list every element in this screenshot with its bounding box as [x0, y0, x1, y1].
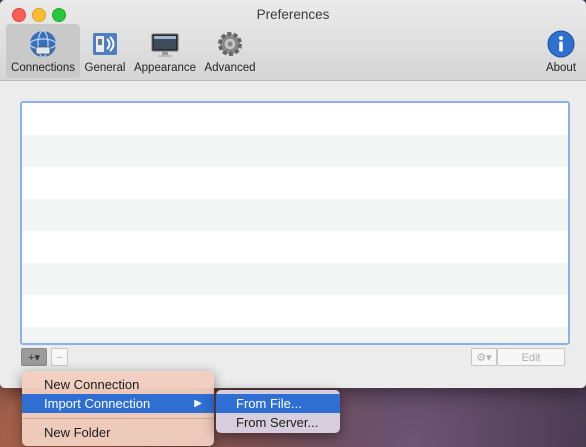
list-row[interactable] [22, 167, 568, 199]
tab-advanced-label: Advanced [204, 62, 256, 74]
appearance-icon [151, 33, 179, 57]
connections-icon [29, 30, 57, 58]
preferences-window: Preferences Connections General Appearan… [0, 0, 586, 388]
list-row[interactable] [22, 199, 568, 231]
tab-general-label: General [84, 62, 126, 74]
import-submenu: From File... From Server... [216, 390, 340, 433]
tab-about-label: About [545, 62, 577, 74]
list-row[interactable] [22, 295, 568, 327]
add-dropdown-menu: New Connection Import Connection ▶ New F… [22, 371, 214, 446]
menu-item-import-connection[interactable]: Import Connection ▶ [22, 394, 214, 413]
gear-icon [218, 32, 242, 56]
action-gear-button[interactable]: ⚙▾ [471, 348, 497, 366]
general-icon [93, 33, 117, 55]
tab-connections[interactable]: Connections [6, 24, 80, 78]
list-row[interactable] [22, 135, 568, 167]
tab-advanced[interactable]: Advanced [202, 24, 258, 78]
tab-appearance[interactable]: Appearance [130, 24, 200, 78]
titlebar: Preferences Connections General Appearan… [0, 0, 586, 81]
remove-button[interactable]: − [51, 348, 68, 366]
edit-button[interactable]: Edit [497, 348, 565, 366]
tab-appearance-label: Appearance [133, 62, 197, 74]
menu-item-new-connection[interactable]: New Connection [22, 375, 214, 394]
list-row[interactable] [22, 103, 568, 135]
window-title: Preferences [256, 7, 330, 22]
connections-list[interactable] [20, 101, 570, 345]
submenu-item-from-file[interactable]: From File... [216, 394, 340, 413]
menu-item-import-connection-label: Import Connection [44, 396, 151, 411]
add-menu-button[interactable]: +▾ [21, 348, 47, 366]
list-row[interactable] [22, 231, 568, 263]
tab-connections-label: Connections [11, 62, 75, 74]
menu-separator [22, 418, 214, 419]
info-icon [547, 30, 575, 58]
list-row[interactable] [22, 263, 568, 295]
submenu-arrow-icon: ▶ [194, 398, 202, 409]
list-row[interactable] [22, 327, 568, 343]
tab-about[interactable]: About [540, 24, 582, 78]
tab-general[interactable]: General [82, 24, 128, 78]
menu-item-new-folder[interactable]: New Folder [22, 423, 214, 442]
submenu-item-from-server[interactable]: From Server... [216, 413, 340, 432]
connections-pane: +▾ − ⚙▾ Edit [0, 81, 586, 388]
